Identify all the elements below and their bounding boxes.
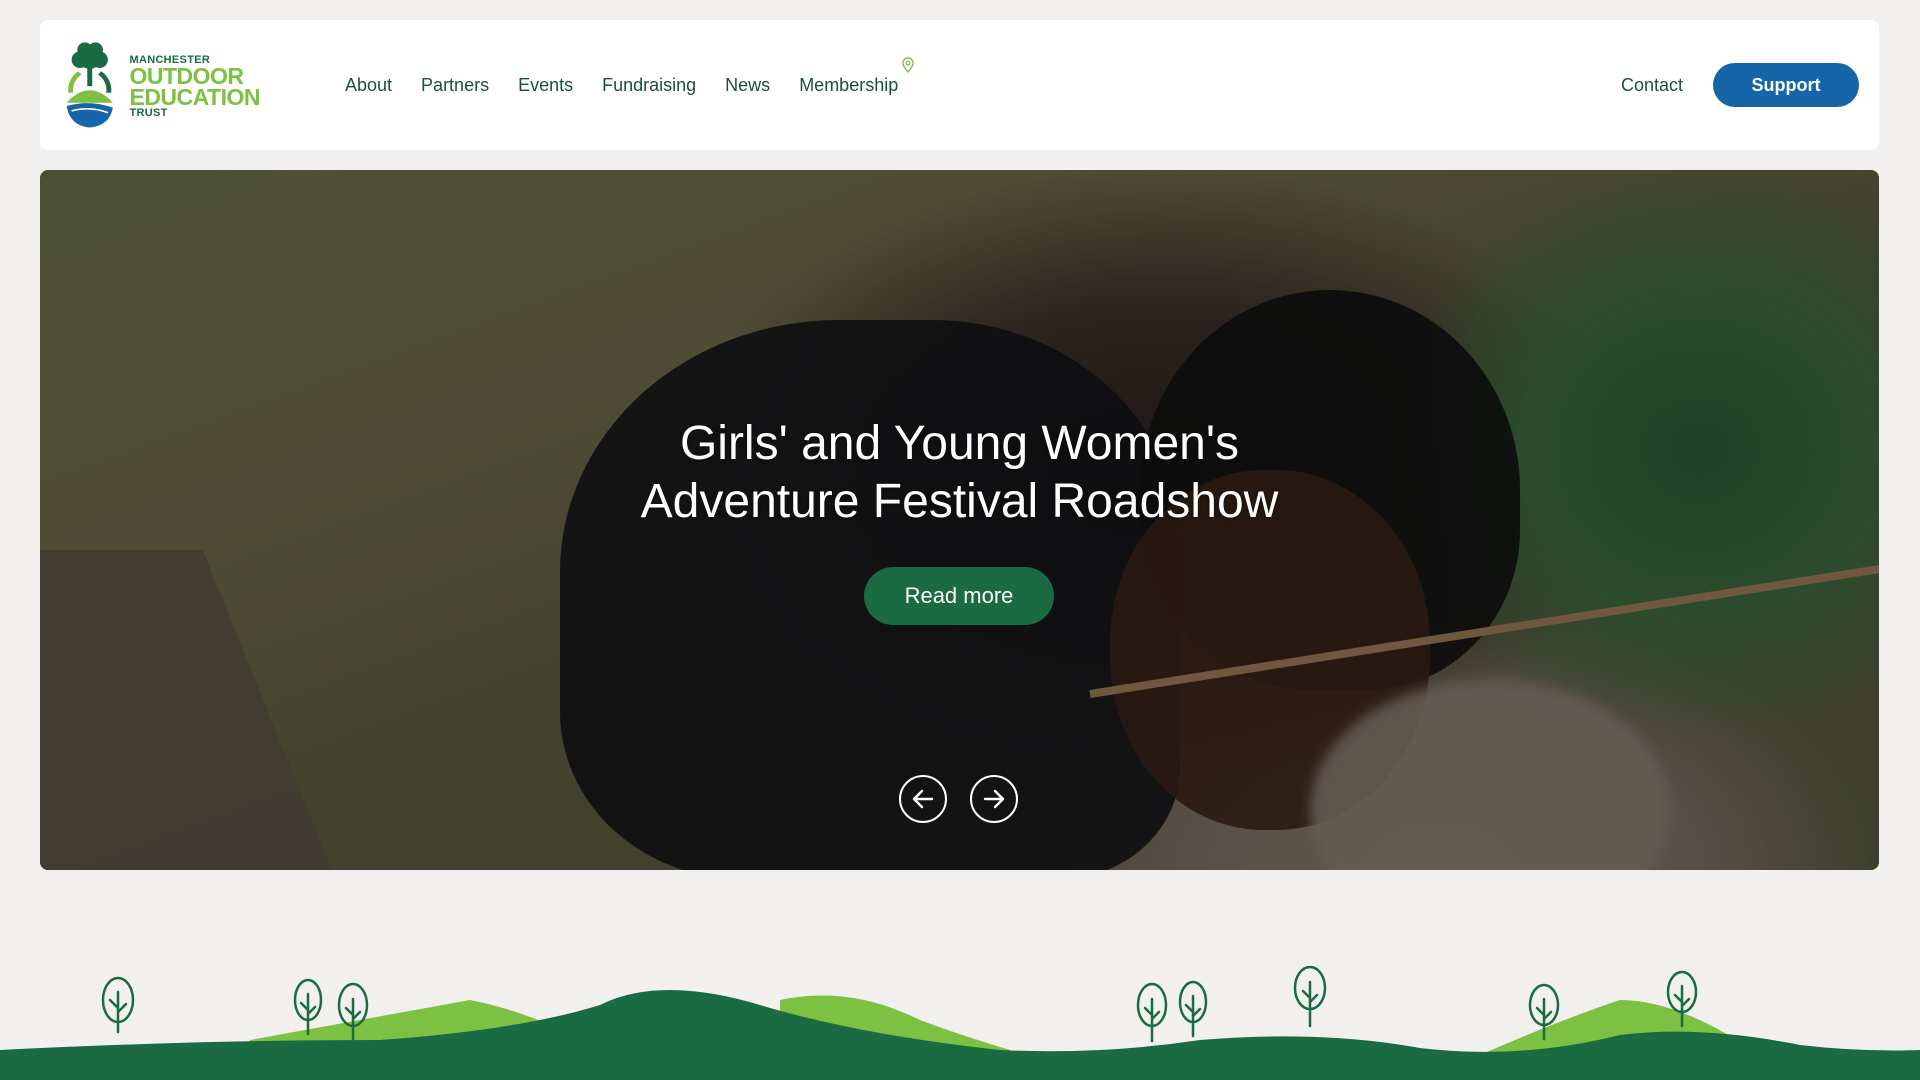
read-more-button[interactable]: Read more [864,567,1054,625]
tree-icon [1136,982,1168,1043]
carousel-next-button[interactable] [970,775,1018,823]
tree-icon [293,978,323,1036]
tree-icon [1293,965,1327,1028]
nav-item-membership-wrap[interactable]: Membership [799,56,914,96]
tree-icon [1178,980,1208,1038]
hero-title: Girls' and Young Women's Adventure Festi… [40,415,1879,531]
nav-item-membership[interactable]: Membership [799,75,898,95]
hero-carousel: Girls' and Young Women's Adventure Festi… [40,170,1879,870]
logo-line-trust: TRUST [129,107,168,119]
tree-logo-icon [66,42,113,128]
contact-link[interactable]: Contact [1621,20,1683,150]
nav-item-news[interactable]: News [725,75,770,96]
nav-item-fundraising[interactable]: Fundraising [602,75,696,96]
hills-decoration [0,965,1920,1080]
hero-title-line-2: Adventure Festival Roadshow [640,475,1279,528]
logo-wordmark: MANCHESTER OUTDOOR EDUCATION TRUST [129,55,260,119]
logo-line-education: EDUCATION [129,84,260,110]
arrow-left-icon [912,789,934,809]
site-logo[interactable]: MANCHESTER OUTDOOR EDUCATION TRUST [60,32,260,142]
support-button[interactable]: Support [1713,63,1859,107]
nav-item-about[interactable]: About [345,75,392,96]
tree-icon [101,976,135,1034]
arrow-right-icon [983,789,1005,809]
nav-item-partners[interactable]: Partners [421,75,489,96]
location-pin-icon [902,56,914,73]
main-nav: About Partners Events Fundraising News M… [345,20,914,150]
carousel-prev-button[interactable] [899,775,947,823]
hero-title-line-1: Girls' and Young Women's [679,417,1240,470]
site-header: MANCHESTER OUTDOOR EDUCATION TRUST About… [40,20,1879,150]
nav-item-events[interactable]: Events [518,75,573,96]
